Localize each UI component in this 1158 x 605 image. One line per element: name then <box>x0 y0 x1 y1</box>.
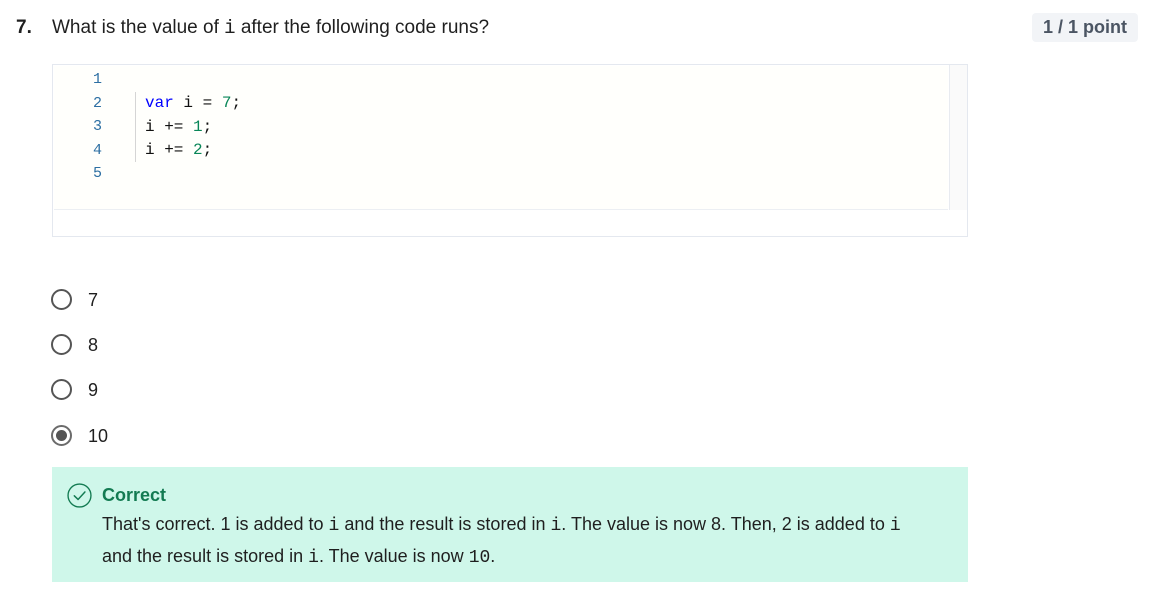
feedback-text-run: . The value is now <box>318 546 469 566</box>
code-line: var i = 7; <box>145 92 241 116</box>
feedback-text-run: That's correct. 1 is added to <box>102 514 329 534</box>
answer-option-label: 8 <box>88 335 99 355</box>
feedback-text-run: and the result is stored in <box>102 546 309 566</box>
answer-option-label: 9 <box>88 380 99 400</box>
code-token: ; <box>202 141 213 160</box>
feedback-title: Correct <box>102 485 167 505</box>
line-number: 3 <box>92 118 102 136</box>
code-line: i += 2; <box>145 139 241 163</box>
feedback-inline-code: i <box>550 516 562 536</box>
check-circle-icon <box>67 483 92 508</box>
feedback-inline-code: i <box>328 516 340 536</box>
editor-scrollbar[interactable] <box>949 65 967 210</box>
inline-variable: i <box>224 17 236 39</box>
feedback-text-run: . The value is now 8. Then, 2 is added t… <box>561 514 890 534</box>
line-number: 1 <box>92 71 102 88</box>
answer-option[interactable]: 9 <box>50 376 350 406</box>
feedback-inline-code: i <box>308 548 319 568</box>
question-number: 7. <box>16 17 32 38</box>
radio-unchecked-icon[interactable] <box>51 289 72 310</box>
code-number: 2 <box>193 141 203 160</box>
code-keyword: var <box>145 94 174 112</box>
radio-checked-icon[interactable] <box>51 425 72 446</box>
code-token: ; <box>202 117 213 136</box>
gutter-divider <box>135 92 136 162</box>
line-number: 4 <box>92 141 102 159</box>
feedback-inline-code: 10 <box>468 548 491 568</box>
radio-unchecked-icon[interactable] <box>51 379 72 400</box>
code-line: i += 1; <box>145 116 241 140</box>
code-token: i += <box>145 141 194 160</box>
code-number: 1 <box>193 117 203 136</box>
question-text-before: What is the value of <box>52 17 225 38</box>
feedback-inline-code: i <box>889 516 901 536</box>
answer-option-label: 10 <box>88 426 109 446</box>
code-editor[interactable]: 12345 var i = 7; i += 1; i += 2; <box>52 64 968 237</box>
feedback-text-run: and the result is stored in <box>339 514 551 534</box>
score-badge: 1 / 1 point <box>1032 13 1138 42</box>
code-token: i += <box>145 117 194 136</box>
code-lines[interactable]: var i = 7; i += 1; i += 2; <box>145 92 241 163</box>
answer-option[interactable]: 10 <box>50 422 350 452</box>
answer-option[interactable]: 7 <box>50 286 350 316</box>
line-number: 2 <box>92 94 102 112</box>
feedback-text: That's correct. 1 is added to i and the … <box>102 509 932 573</box>
line-number: 5 <box>92 165 102 183</box>
question-text-after: after the following code runs? <box>235 17 490 38</box>
feedback-panel: Correct That's correct. 1 is added to i … <box>52 467 968 582</box>
answer-option[interactable]: 8 <box>50 331 350 361</box>
radio-unchecked-icon[interactable] <box>51 334 72 355</box>
code-token: i = <box>173 94 222 112</box>
feedback-text-run: . <box>490 546 496 566</box>
question-text: What is the value of i after the followi… <box>52 17 489 39</box>
code-editor-body[interactable]: 12345 var i = 7; i += 1; i += 2; <box>54 66 948 210</box>
code-token: ; <box>231 94 242 112</box>
answer-option-label: 7 <box>88 290 99 310</box>
line-number-gutter: 1 2 3 4 5 <box>54 68 104 186</box>
code-number: 7 <box>221 94 232 112</box>
